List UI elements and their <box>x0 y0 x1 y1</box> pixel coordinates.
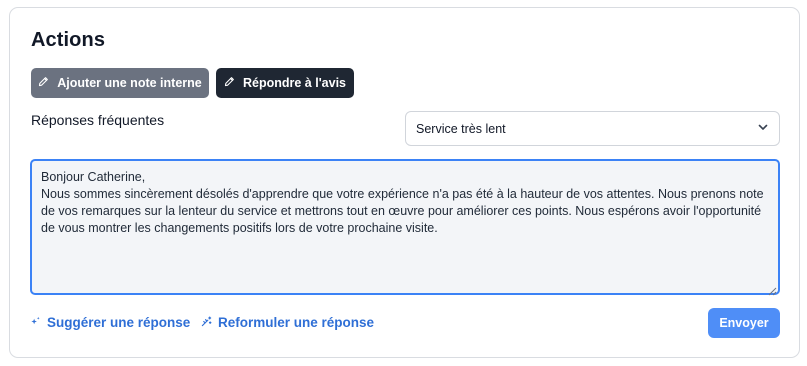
add-internal-note-button[interactable]: Ajouter une note interne <box>31 68 209 98</box>
sparkle-icon <box>30 315 41 330</box>
rephrase-response-link[interactable]: Reformuler une réponse <box>201 315 374 330</box>
magic-wand-icon <box>201 315 212 330</box>
frequent-responses-label: Réponses fréquentes <box>31 112 165 128</box>
pencil-icon <box>38 76 49 90</box>
pencil-icon <box>224 76 235 90</box>
reply-to-review-label: Répondre à l'avis <box>242 76 346 90</box>
rephrase-response-label: Reformuler une réponse <box>218 315 375 330</box>
actions-panel: Actions Ajouter une note interne Répondr… <box>9 7 800 358</box>
send-button[interactable]: Envoyer <box>708 308 780 338</box>
frequent-responses-select[interactable]: Service très lent <box>405 111 780 146</box>
response-textarea[interactable]: Bonjour Catherine, Nous sommes sincèreme… <box>30 159 780 295</box>
chevron-down-icon <box>757 121 769 136</box>
suggest-response-link[interactable]: Suggérer une réponse <box>30 315 190 330</box>
suggest-response-label: Suggérer une réponse <box>47 315 191 330</box>
reply-to-review-button[interactable]: Répondre à l'avis <box>216 68 354 98</box>
add-internal-note-label: Ajouter une note interne <box>57 76 202 90</box>
resize-handle-icon[interactable] <box>768 283 777 296</box>
frequent-responses-selected-value: Service très lent <box>416 121 506 136</box>
panel-title: Actions <box>31 29 106 51</box>
